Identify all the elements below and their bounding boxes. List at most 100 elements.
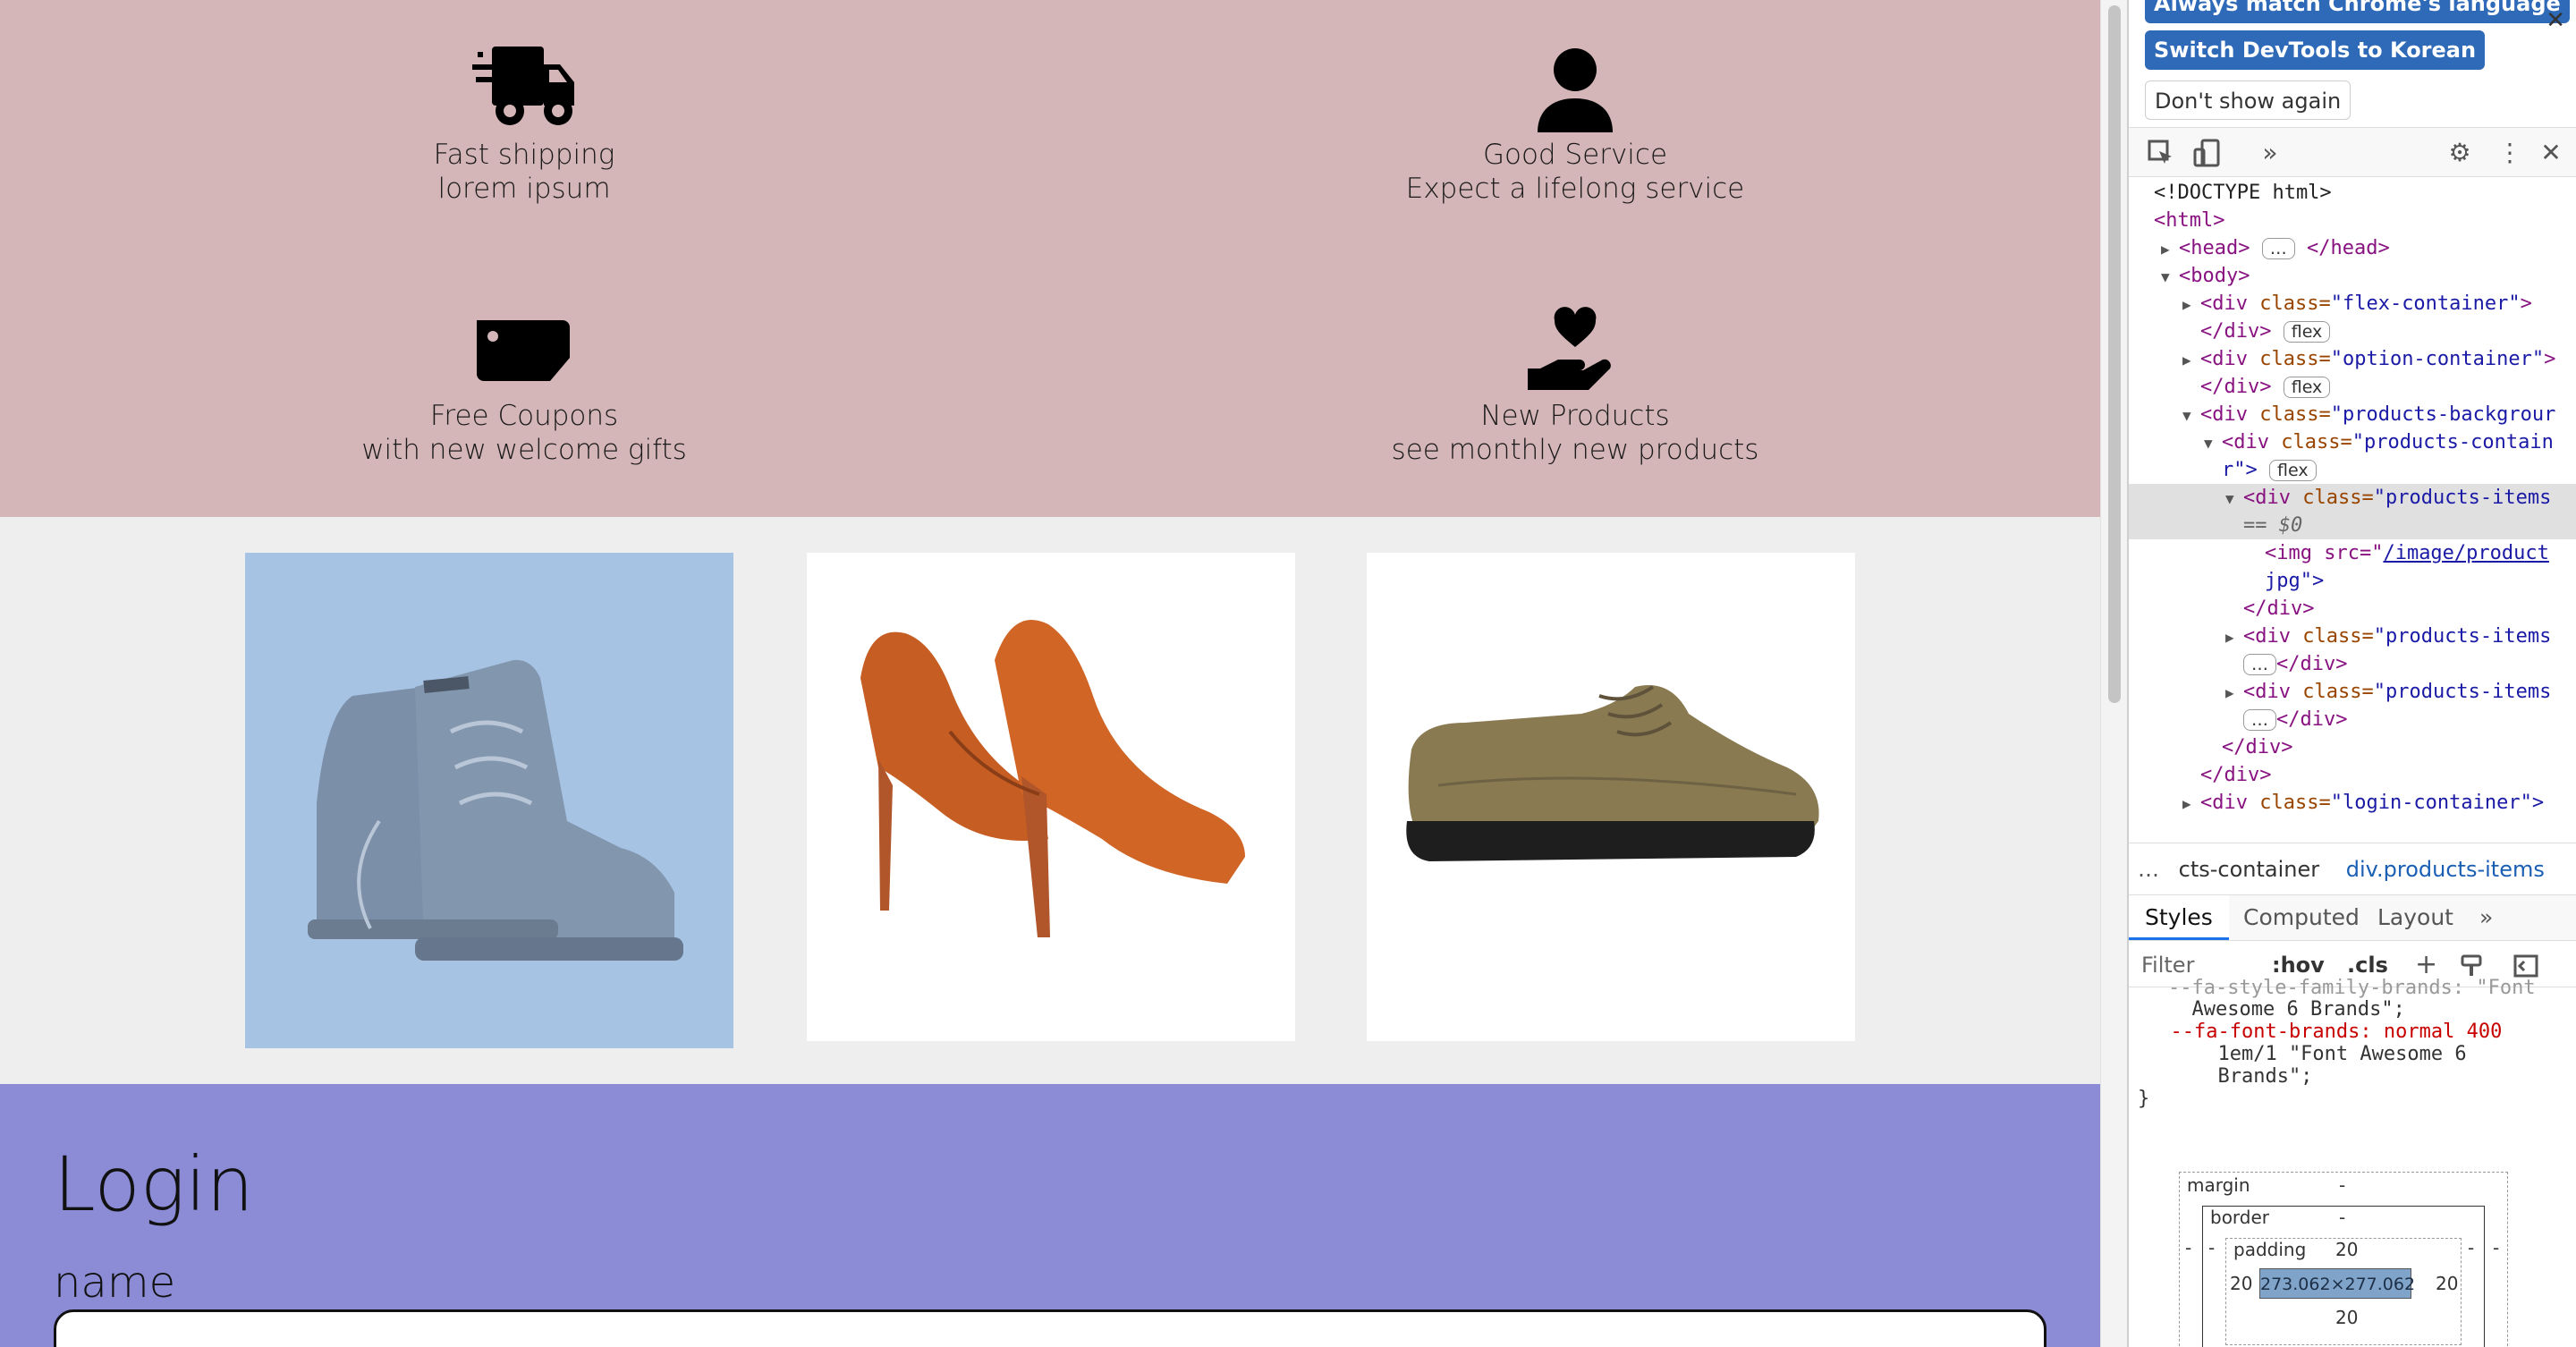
dom-node-selected[interactable]: == $0 — [2129, 512, 2576, 539]
dom-tag: <div — [2243, 681, 2291, 703]
expand-triangle-icon[interactable]: ▶ — [2161, 235, 2179, 263]
dom-tag: <div — [2243, 487, 2291, 509]
dom-node[interactable]: </div> — [2129, 761, 2576, 789]
dom-node-selected[interactable]: ▼ <div class="products-items — [2129, 484, 2576, 512]
dom-node[interactable]: ▶ <div class="option-container"> — [2129, 345, 2576, 373]
dom-node[interactable]: <html> — [2129, 207, 2576, 234]
ellipsis-badge[interactable]: … — [2243, 654, 2276, 675]
dom-value: "products-items — [2373, 487, 2552, 509]
dom-tag: <img src=" — [2265, 542, 2384, 564]
collapse-triangle-icon[interactable]: ▼ — [2182, 402, 2200, 429]
close-icon[interactable]: ✕ — [2546, 7, 2565, 34]
switch-language-button[interactable]: Switch DevTools to Korean — [2145, 30, 2486, 70]
ticket-icon — [211, 306, 837, 399]
feature-fast-shipping: Fast shipping lorem ipsum — [211, 45, 837, 206]
product-item[interactable] — [1367, 553, 1855, 1041]
dom-node[interactable]: </div> — [2129, 733, 2576, 761]
dom-node[interactable]: ▼ <div class="products-backgrour — [2129, 401, 2576, 428]
login-section: Login name — [0, 1084, 2100, 1347]
feature-title: New Products — [1480, 400, 1670, 432]
expand-triangle-icon[interactable]: ▶ — [2182, 346, 2200, 374]
dom-node[interactable]: </div> — [2129, 595, 2576, 623]
dom-attr: class= — [2259, 403, 2331, 426]
flex-badge[interactable]: flex — [2269, 460, 2317, 481]
breadcrumb-item-active[interactable]: div.products-items — [2346, 857, 2545, 882]
dom-value: "products-contain — [2351, 431, 2554, 453]
kebab-menu-icon[interactable]: ⋮ — [2496, 139, 2524, 167]
dom-attr: class= — [2302, 625, 2374, 648]
dom-node[interactable]: jpg"> — [2129, 567, 2576, 595]
dom-text: <!DOCTYPE html> — [2154, 182, 2332, 204]
dom-node[interactable]: </div> flex — [2129, 373, 2576, 401]
flex-badge[interactable]: flex — [2283, 377, 2331, 398]
expand-triangle-icon[interactable]: ▶ — [2182, 790, 2200, 818]
margin-label: margin — [2187, 1174, 2250, 1196]
collapse-triangle-icon[interactable]: ▼ — [2225, 485, 2243, 513]
expand-triangle-icon[interactable]: ▶ — [2225, 679, 2243, 707]
feature-free-coupons: Free Coupons with new welcome gifts — [211, 306, 837, 467]
ellipsis-badge[interactable]: … — [2261, 238, 2295, 259]
page-viewport: Fast shipping lorem ipsum Good Service E… — [0, 0, 2100, 1347]
feature-subtitle: see monthly new products — [1391, 434, 1759, 466]
ellipsis-badge[interactable]: … — [2243, 709, 2276, 731]
dom-node[interactable]: ▶ <head> … </head> — [2129, 234, 2576, 262]
dom-node[interactable]: … </div> — [2129, 650, 2576, 678]
tab-layout[interactable]: Layout — [2377, 895, 2453, 940]
language-banner: Always match Chrome's language Switch De… — [2129, 0, 2576, 123]
dont-show-again-button[interactable]: Don't show again — [2145, 80, 2351, 120]
dom-value: "login-container"> — [2330, 792, 2545, 814]
dom-node[interactable]: r"> flex — [2129, 456, 2576, 484]
dom-tag: <div — [2222, 431, 2269, 453]
truck-fast-icon — [211, 45, 837, 138]
products-background — [0, 517, 2100, 1084]
leather-shoe-image — [1406, 685, 1819, 861]
dom-node[interactable]: ▼ <div class="products-contain — [2129, 428, 2576, 456]
tab-styles[interactable]: Styles — [2129, 895, 2229, 940]
dom-attr: class= — [2259, 348, 2331, 370]
dom-node[interactable]: <!DOCTYPE html> — [2129, 179, 2576, 207]
product-item[interactable] — [245, 553, 733, 1048]
breadcrumb-ellipsis[interactable]: … — [2138, 857, 2159, 882]
feature-title: Free Coupons — [429, 400, 619, 432]
style-declaration: --fa-style-family-brands: "Font — [2168, 977, 2536, 999]
expand-triangle-icon[interactable]: ▶ — [2182, 291, 2200, 318]
page-scrollbar-thumb[interactable] — [2108, 5, 2121, 703]
margin-left-value: - — [2185, 1237, 2192, 1258]
dom-node[interactable]: ▶ <div class="products-items — [2129, 623, 2576, 650]
box-model-diagram: margin - - - border - - - padding 20 20 … — [2129, 1157, 2576, 1347]
flex-badge[interactable]: flex — [2283, 321, 2331, 343]
dom-node[interactable]: … </div> — [2129, 706, 2576, 733]
feature-title: Good Service — [1482, 139, 1668, 171]
dom-tag: > — [2544, 348, 2556, 370]
close-devtools-icon[interactable]: ✕ — [2537, 139, 2565, 167]
dom-tag: </div> — [2200, 376, 2272, 398]
device-toolbar-icon[interactable] — [2193, 139, 2222, 167]
inspect-element-icon[interactable] — [2147, 139, 2175, 167]
page-scrollbar[interactable] — [2100, 0, 2127, 1347]
dom-node[interactable]: ▶ <div class="flex-container"> — [2129, 290, 2576, 318]
collapse-triangle-icon[interactable]: ▼ — [2161, 263, 2179, 291]
settings-gear-icon[interactable]: ⚙ — [2445, 139, 2474, 167]
name-input[interactable] — [54, 1309, 2046, 1347]
match-language-button[interactable]: Always match Chrome's language — [2145, 0, 2570, 23]
expand-triangle-icon[interactable]: ▶ — [2225, 623, 2243, 651]
breadcrumb-item[interactable]: cts-container — [2179, 857, 2320, 882]
more-tabs-icon[interactable]: » — [2479, 895, 2493, 940]
dom-tag: </div> — [2243, 597, 2315, 620]
image-link[interactable]: /image/product — [2383, 542, 2548, 564]
dollar-zero-label: == $0 — [2243, 514, 2303, 537]
dom-value: "products-items — [2373, 681, 2552, 703]
dom-tag: </div> — [2276, 708, 2348, 731]
dom-attr: class= — [2281, 431, 2352, 453]
collapse-triangle-icon[interactable]: ▼ — [2204, 429, 2222, 457]
dom-node[interactable]: <img src="/image/product — [2129, 539, 2576, 567]
dom-node[interactable]: ▶ <div class="products-items — [2129, 678, 2576, 706]
dom-node[interactable]: </div> flex — [2129, 318, 2576, 345]
dom-node[interactable]: ▶ <div class="login-container"> — [2129, 789, 2576, 817]
dom-node[interactable]: ▼ <body> — [2129, 262, 2576, 290]
tab-computed[interactable]: Computed — [2243, 895, 2360, 940]
devtools-toolbar: » ⚙ ⋮ ✕ — [2129, 127, 2576, 177]
dom-tag: <div — [2200, 348, 2248, 370]
more-tabs-icon[interactable]: » — [2256, 139, 2284, 167]
product-item[interactable] — [807, 553, 1295, 1041]
